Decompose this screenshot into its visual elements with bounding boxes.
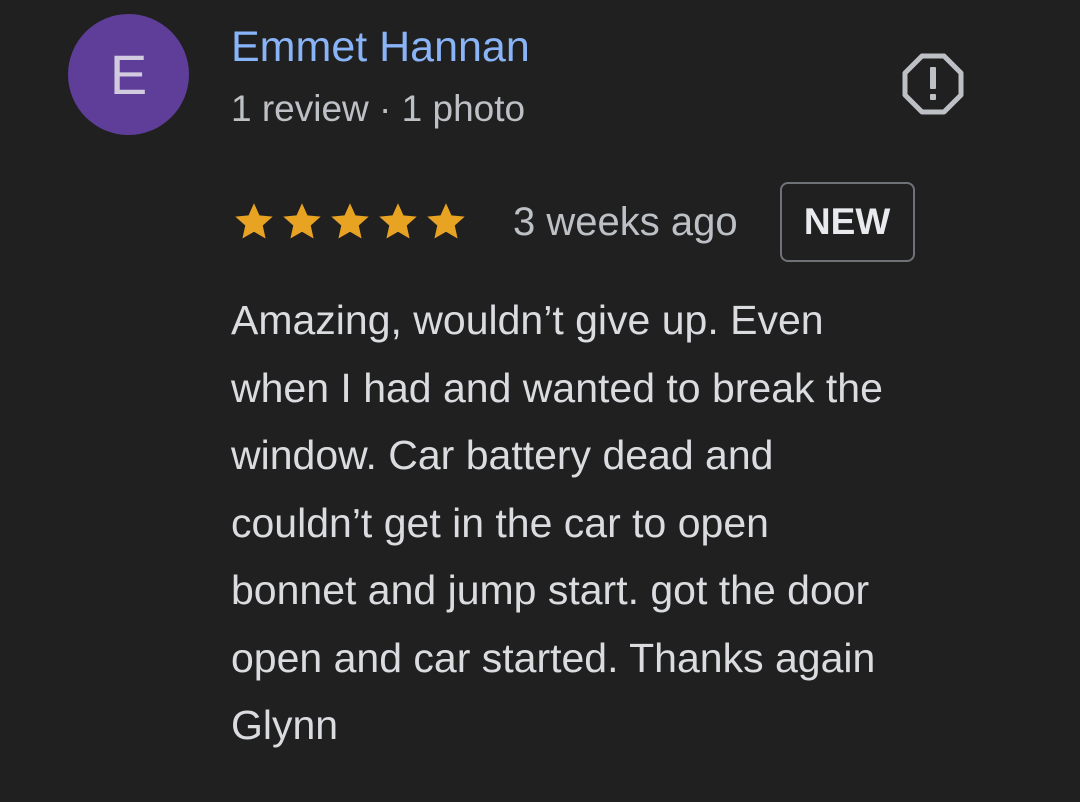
review-text-line: window. Car battery dead and: [231, 432, 774, 478]
star-icon: [331, 203, 369, 239]
report-review-button[interactable]: [899, 50, 967, 118]
star-icon: [427, 203, 465, 239]
review-text: Amazing, wouldn’t give up. Even when I h…: [231, 287, 1021, 760]
star-icon: [379, 203, 417, 239]
review-text-line: bonnet and jump start. got the door: [231, 567, 870, 613]
review-text-line: couldn’t get in the car to open: [231, 499, 769, 546]
avatar-initial: E: [109, 42, 148, 106]
review-card: E Emmet Hannan 1 review · 1 photo 3 week…: [0, 0, 1080, 802]
star-rating: [231, 199, 469, 245]
review-text-line: Amazing, wouldn’t give up. Even: [231, 297, 824, 343]
reviewer-meta: 1 review · 1 photo: [231, 88, 526, 129]
star-icon: [283, 203, 321, 239]
reviewer-name-link[interactable]: Emmet Hannan: [231, 22, 530, 72]
avatar[interactable]: E: [68, 14, 189, 135]
review-time: 3 weeks ago: [513, 199, 738, 244]
rating-row: 3 weeks ago NEW: [231, 182, 915, 262]
review-text-line: open and car started. Thanks again: [231, 634, 876, 681]
review-text-line: when I had and wanted to break the: [231, 364, 883, 411]
report-icon: [902, 53, 964, 115]
new-badge: NEW: [779, 182, 915, 262]
review-text-line: Glynn: [231, 702, 339, 748]
star-icon: [235, 203, 273, 239]
